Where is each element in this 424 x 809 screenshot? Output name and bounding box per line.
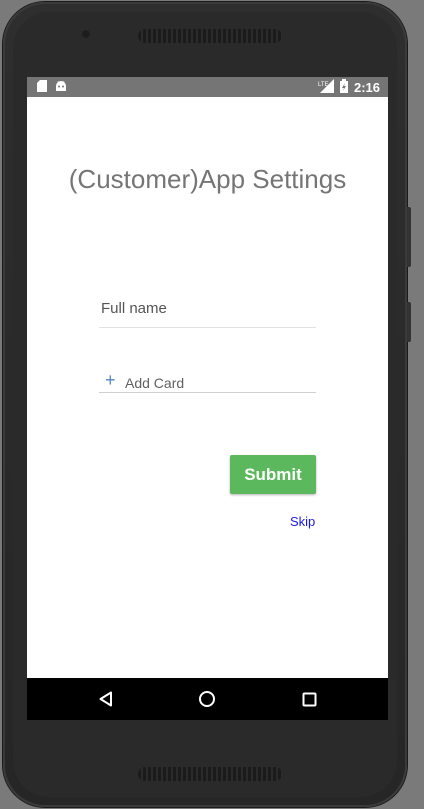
- page-title: (Customer)App Settings: [68, 164, 347, 194]
- add-card-label: Add Card: [125, 375, 185, 391]
- top-speaker: [138, 29, 282, 43]
- back-icon[interactable]: [95, 688, 117, 710]
- app-screen: LTE 2:16 (Customer)App Settings Full nam…: [27, 77, 388, 720]
- plus-icon: +: [105, 370, 116, 390]
- full-name-placeholder: Full name: [101, 300, 167, 317]
- battery-charging-icon: [339, 79, 348, 96]
- bottom-speaker: [138, 767, 282, 781]
- home-icon[interactable]: [196, 688, 218, 710]
- status-time: 2:16: [353, 80, 380, 95]
- volume-button: [407, 207, 411, 267]
- sd-card-icon: [37, 80, 47, 95]
- front-camera: [81, 29, 91, 39]
- lte-signal-icon: LTE: [318, 79, 334, 96]
- skip-link[interactable]: Skip: [290, 514, 315, 529]
- power-button: [407, 302, 411, 342]
- android-icon: [55, 80, 67, 95]
- recents-icon[interactable]: [298, 688, 320, 710]
- svg-text:LTE: LTE: [318, 82, 329, 88]
- submit-button[interactable]: Submit: [230, 455, 316, 494]
- status-bar: LTE 2:16: [27, 77, 388, 97]
- full-name-field[interactable]: Full name: [99, 297, 316, 328]
- add-card-button[interactable]: + Add Card: [99, 370, 316, 393]
- navigation-bar: [27, 678, 388, 720]
